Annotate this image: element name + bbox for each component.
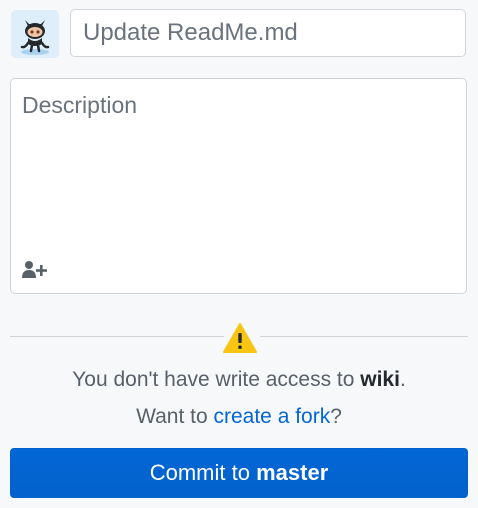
alert-triangle-icon	[223, 323, 257, 353]
write-access-message: You don't have write access to wiki.	[0, 368, 478, 392]
fork-message-suffix: ?	[330, 405, 342, 428]
commit-description-box	[10, 78, 467, 294]
access-message-suffix: .	[399, 368, 406, 391]
access-message-prefix: You don't have write access to	[72, 368, 361, 391]
repo-name: wiki	[360, 368, 400, 391]
commit-button-prefix: Commit to	[149, 460, 257, 485]
commit-button[interactable]: Commit to master	[10, 448, 468, 498]
divider-right	[260, 336, 468, 337]
commit-summary-input[interactable]	[70, 9, 466, 57]
commit-description-input[interactable]	[11, 79, 466, 249]
fork-message-prefix: Want to	[136, 405, 214, 428]
avatar	[11, 10, 59, 58]
person-add-icon[interactable]	[22, 260, 48, 280]
create-fork-link[interactable]: create a fork	[214, 405, 331, 428]
divider-left	[10, 336, 224, 337]
fork-message: Want to create a fork?	[0, 405, 478, 429]
octocat-icon	[11, 10, 59, 58]
commit-branch-name: master	[256, 460, 329, 485]
